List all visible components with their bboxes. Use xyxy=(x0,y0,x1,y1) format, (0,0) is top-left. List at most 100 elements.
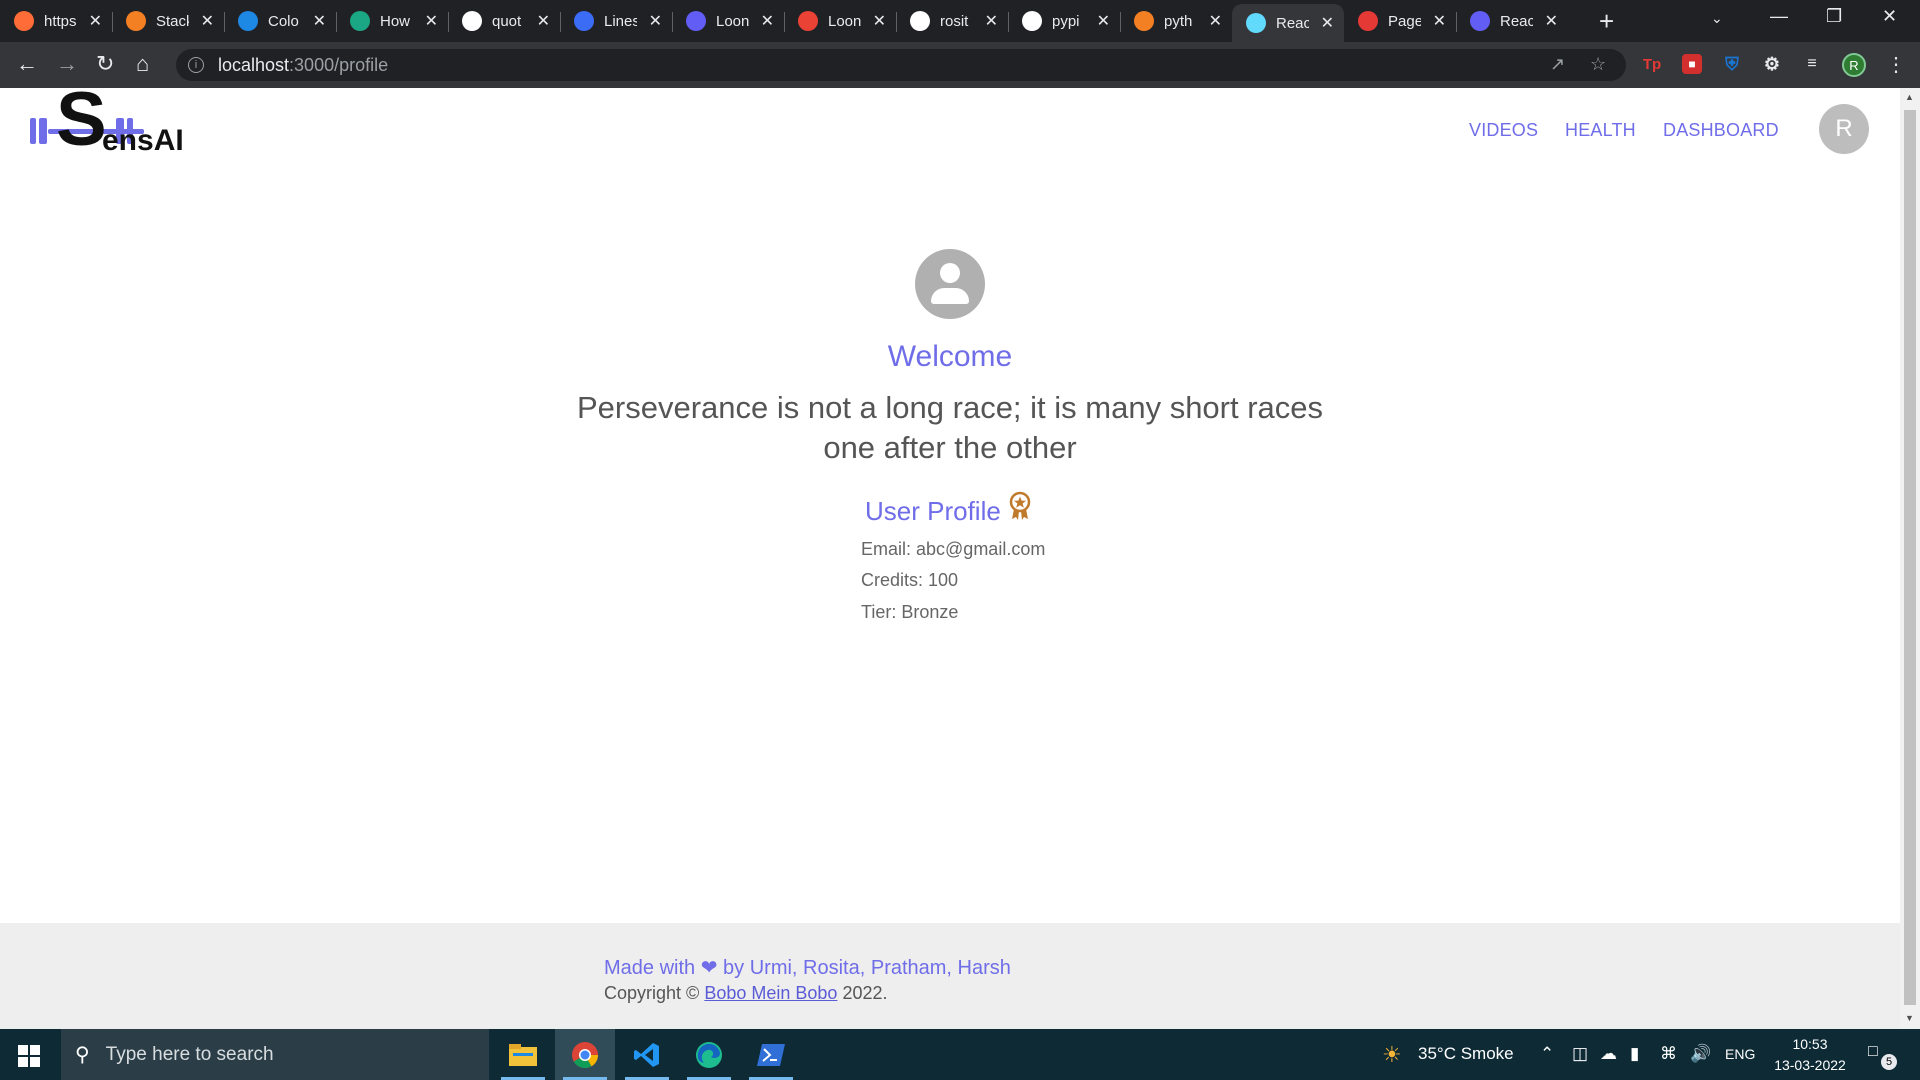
browser-profile-avatar[interactable]: R xyxy=(1842,53,1866,77)
browser-tab[interactable]: pyth ✕ xyxy=(1120,4,1232,38)
browser-tab[interactable]: Page ✕ xyxy=(1344,4,1456,38)
red-extension-icon[interactable]: ■ xyxy=(1682,54,1702,74)
notification-count-badge: 5 xyxy=(1881,1054,1897,1070)
home-icon[interactable]: ⌂ xyxy=(136,52,149,76)
browser-tab[interactable]: pypi ✕ xyxy=(1008,4,1120,38)
profile-tier: Tier: Bronze xyxy=(861,602,959,622)
copyright-link[interactable]: Bobo Mein Bobo xyxy=(704,983,837,1003)
footer-credits: Made with ❤ by Urmi, Rosita, Pratham, Ha… xyxy=(604,955,1011,980)
tp-extension-icon[interactable]: Tp xyxy=(1642,54,1662,74)
browser-tab-title: Loon xyxy=(716,12,749,30)
footer-made-with: Made with xyxy=(604,957,696,979)
scroll-up-arrow-icon[interactable]: ▲ xyxy=(1905,92,1914,102)
close-tab-icon[interactable]: ✕ xyxy=(1209,11,1222,31)
close-tab-icon[interactable]: ✕ xyxy=(1321,13,1334,33)
notification-center-icon[interactable]: □ 5 xyxy=(1868,1043,1897,1070)
close-tab-icon[interactable]: ✕ xyxy=(1097,11,1110,31)
browser-tab[interactable]: Stack ✕ xyxy=(112,4,224,38)
nav-dashboard-link[interactable]: DASHBOARD xyxy=(1663,120,1779,141)
site-info-icon[interactable]: i xyxy=(188,57,204,73)
browser-tab-title: rosit xyxy=(940,12,969,30)
close-tab-icon[interactable]: ✕ xyxy=(1433,11,1446,31)
browser-tab[interactable]: Colo ✕ xyxy=(224,4,336,38)
browser-tab[interactable]: quot ✕ xyxy=(448,4,560,38)
new-tab-button[interactable]: + xyxy=(1599,8,1614,34)
shield-extension-icon[interactable]: ⛨ xyxy=(1722,54,1742,74)
close-tab-icon[interactable]: ✕ xyxy=(425,11,438,31)
browser-tab-title: pypi xyxy=(1052,12,1080,30)
reading-list-icon[interactable]: ≡ xyxy=(1802,54,1822,74)
close-tab-icon[interactable]: ✕ xyxy=(313,11,326,31)
close-tab-icon[interactable]: ✕ xyxy=(873,11,886,31)
doc-icon xyxy=(574,11,594,31)
google-icon xyxy=(462,11,482,31)
postman-icon xyxy=(14,11,34,31)
file-explorer-app-icon[interactable] xyxy=(493,1029,553,1080)
logo-dumbbell-bar xyxy=(30,118,36,144)
close-tab-icon[interactable]: ✕ xyxy=(649,11,662,31)
nav-health-link[interactable]: HEALTH xyxy=(1565,120,1636,141)
meet-now-icon[interactable]: ◫ xyxy=(1572,1044,1588,1064)
browser-tab[interactable]: https ✕ xyxy=(0,4,112,38)
powershell-app-icon[interactable] xyxy=(741,1029,801,1080)
browser-tab[interactable]: Reac ✕ xyxy=(1456,4,1568,38)
language-indicator[interactable]: ENG xyxy=(1725,1046,1755,1062)
scrollbar-thumb[interactable] xyxy=(1904,110,1916,1005)
browser-tab[interactable]: Loon ✕ xyxy=(672,4,784,38)
close-tab-icon[interactable]: ✕ xyxy=(89,11,102,31)
back-arrow-icon[interactable]: ← xyxy=(16,52,38,76)
color-c-icon xyxy=(238,11,258,31)
show-hidden-icons-chevron-icon[interactable]: ⌃ xyxy=(1540,1044,1554,1064)
wifi-icon[interactable]: ⌘ xyxy=(1660,1044,1677,1064)
browser-tab-title: Stack xyxy=(156,12,189,30)
browser-tab[interactable]: How ✕ xyxy=(336,4,448,38)
logo-letter: S xyxy=(56,88,107,162)
profile-credits: Credits: 100 xyxy=(861,570,959,590)
windows-taskbar: ⚲ Type here to search ☀ 35°C Smoke ⌃ ◫ ☁… xyxy=(0,1029,1920,1080)
minimize-window-icon[interactable]: — xyxy=(1770,6,1788,27)
user-avatar[interactable]: R xyxy=(1819,104,1869,154)
scroll-down-arrow-icon[interactable]: ▼ xyxy=(1905,1013,1914,1023)
close-tab-icon[interactable]: ✕ xyxy=(761,11,774,31)
weather-text[interactable]: 35°C Smoke xyxy=(1418,1044,1514,1064)
sensai-logo[interactable]: S ensAI xyxy=(30,88,190,158)
address-url[interactable]: localhost:3000/profile xyxy=(218,55,388,76)
extensions-puzzle-icon[interactable]: ⚙ xyxy=(1762,54,1782,74)
share-icon[interactable]: ↗ xyxy=(1550,54,1565,75)
browser-tab-title: Page xyxy=(1388,12,1421,30)
clock-time: 10:53 xyxy=(1792,1036,1828,1052)
onedrive-cloud-icon[interactable]: ☁ xyxy=(1600,1044,1617,1064)
close-window-icon[interactable]: ✕ xyxy=(1882,6,1897,27)
stackoverflow-icon xyxy=(1134,11,1154,31)
forward-arrow-icon[interactable]: → xyxy=(56,52,78,76)
browser-tab[interactable]: Reac ✕ xyxy=(1232,4,1344,42)
browser-tab[interactable]: Lines ✕ xyxy=(560,4,672,38)
hex-icon xyxy=(350,11,370,31)
restore-window-icon[interactable]: ❐ xyxy=(1826,6,1842,27)
vscode-app-icon[interactable] xyxy=(617,1029,677,1080)
tab-search-chevron-icon[interactable]: ⌄ xyxy=(1711,10,1723,27)
close-tab-icon[interactable]: ✕ xyxy=(537,11,550,31)
profile-email: Email: abc@gmail.com xyxy=(861,539,1046,559)
edge-app-icon[interactable] xyxy=(679,1029,739,1080)
logo-text: ensAI xyxy=(102,124,184,157)
nav-videos-link[interactable]: VIDEOS xyxy=(1469,120,1538,141)
address-bar[interactable]: i localhost:3000/profile ↗ ☆ xyxy=(176,49,1626,81)
taskbar-clock[interactable]: 10:53 13-03-2022 xyxy=(1765,1034,1855,1076)
taskbar-search-box[interactable]: ⚲ Type here to search xyxy=(61,1029,489,1080)
reload-icon[interactable]: ↻ xyxy=(96,52,114,76)
browser-tab[interactable]: Loon ✕ xyxy=(784,4,896,38)
windows-start-icon[interactable] xyxy=(18,1045,40,1067)
bookmark-star-icon[interactable]: ☆ xyxy=(1590,54,1606,75)
chrome-app-icon[interactable] xyxy=(555,1029,615,1080)
volume-icon[interactable]: 🔊 xyxy=(1690,1044,1711,1064)
close-tab-icon[interactable]: ✕ xyxy=(201,11,214,31)
battery-icon[interactable]: ▮ xyxy=(1630,1044,1639,1064)
page-scrollbar[interactable]: ▲ ▼ xyxy=(1900,88,1920,1029)
close-tab-icon[interactable]: ✕ xyxy=(1545,11,1558,31)
browser-menu-icon[interactable]: ⋮ xyxy=(1886,52,1906,77)
footer-authors: by Urmi, Rosita, Pratham, Harsh xyxy=(723,957,1011,979)
browser-tab[interactable]: rosit ✕ xyxy=(896,4,1008,38)
weather-sun-icon[interactable]: ☀ xyxy=(1382,1042,1402,1068)
close-tab-icon[interactable]: ✕ xyxy=(985,11,998,31)
